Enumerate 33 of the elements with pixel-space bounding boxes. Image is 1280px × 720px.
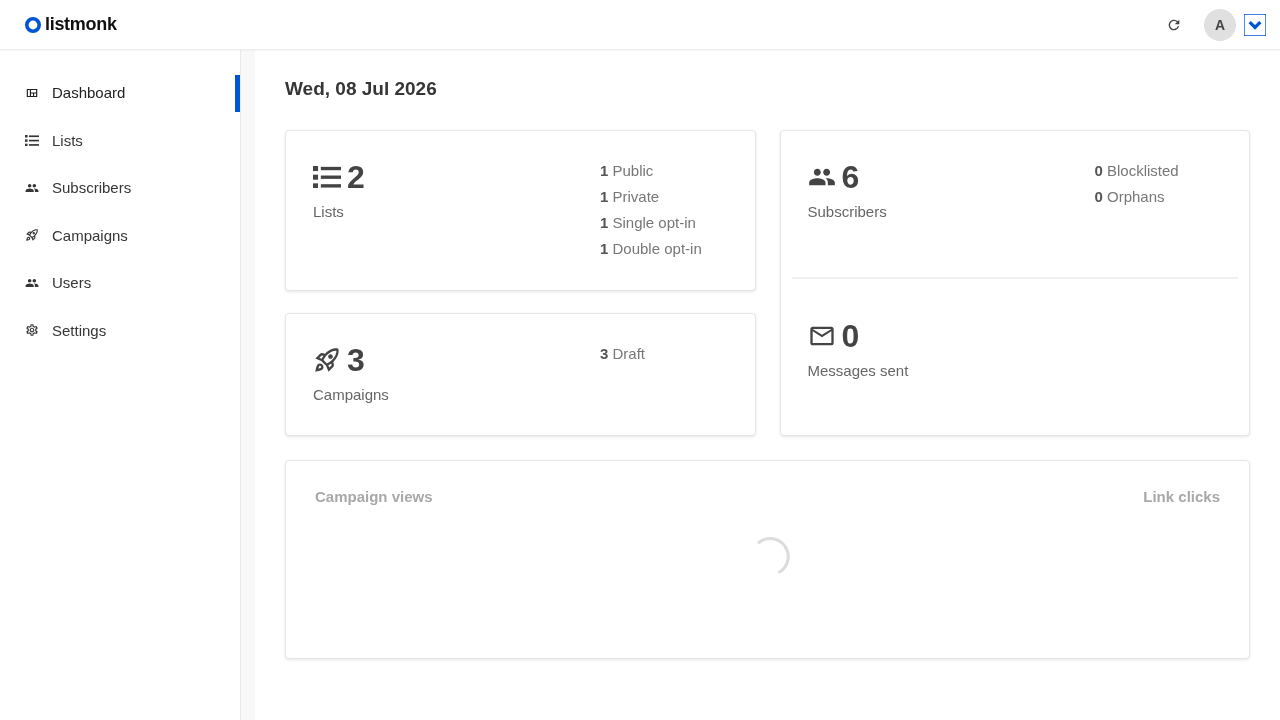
sidebar-item[interactable]: Campaigns (0, 211, 240, 259)
sidebar-item[interactable]: Dashboard (0, 69, 240, 117)
stat-text: 0 Orphans (1094, 187, 1165, 207)
count-value: 6 (841, 158, 860, 196)
rocket-icon (313, 346, 341, 374)
stat-text: 0 Blocklisted (1094, 161, 1179, 181)
list-icon (313, 165, 341, 189)
sidebar-item[interactable]: Subscribers (0, 164, 240, 212)
rocket-icon (25, 228, 39, 243)
sidebar-item[interactable]: Lists (0, 116, 240, 164)
card-label: Subscribers (807, 202, 887, 222)
user-avatar[interactable]: A (1204, 8, 1236, 41)
card-label: Messages sent (807, 361, 909, 381)
sidebar-item[interactable]: Settings (0, 306, 240, 354)
date-heading: Wed, 08 Jul 2026 (285, 78, 438, 100)
stat-text: 1 Public (600, 161, 654, 181)
stat-text: 3 Draft (600, 344, 645, 364)
logo-text: listmonk (45, 14, 117, 35)
card-label: Campaigns (313, 385, 389, 405)
chart-title: Link clicks (1143, 488, 1220, 506)
count-value: 0 (841, 317, 860, 355)
sidebar-item[interactable]: Users (0, 259, 240, 307)
chevron-down-icon[interactable] (1244, 13, 1266, 36)
chart-title: Campaign views (315, 488, 433, 506)
count-value: 2 (347, 158, 365, 196)
count-value: 3 (347, 341, 365, 379)
list-icon (25, 134, 39, 146)
stat-text: 1 Private (600, 187, 660, 207)
card-label: Lists (313, 202, 344, 222)
logo-icon (25, 16, 41, 33)
settings-icon (25, 323, 39, 338)
stat-text: 1 Single opt-in (600, 213, 696, 233)
stat-text: 1 Double opt-in (600, 239, 702, 259)
